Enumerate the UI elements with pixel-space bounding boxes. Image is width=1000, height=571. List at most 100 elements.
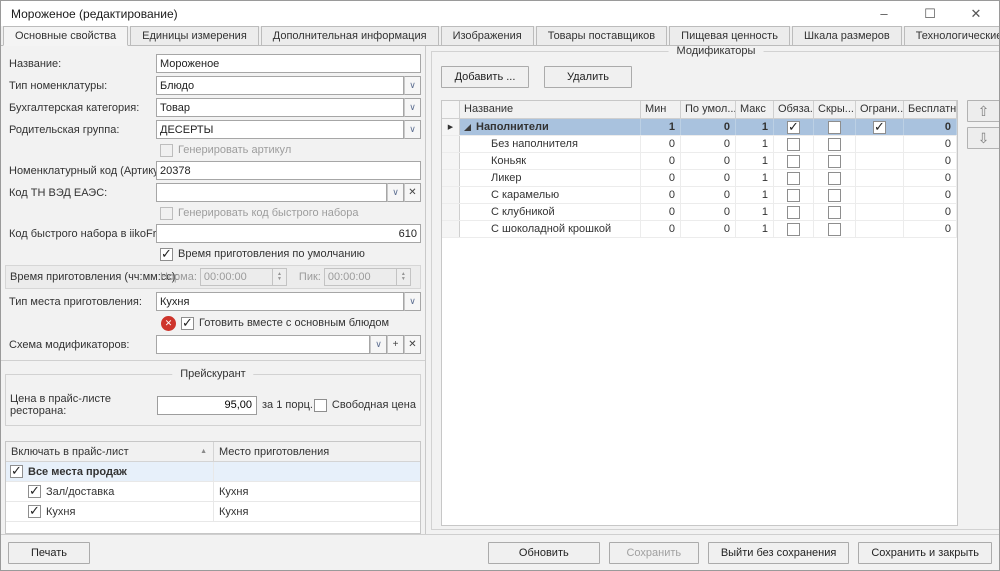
modifier-row[interactable]: Без наполнителя0010	[442, 136, 957, 153]
modifier-max-cell: 1	[736, 204, 774, 220]
include-checkbox[interactable]	[10, 465, 23, 478]
required-checkbox[interactable]	[787, 189, 800, 202]
modifier-def-cell: 0	[681, 136, 736, 152]
modifier-row[interactable]: Коньяк0010	[442, 153, 957, 170]
move-down-icon[interactable]: ⇩	[967, 127, 999, 149]
add-icon[interactable]: +	[387, 335, 404, 354]
chevron-down-icon[interactable]: ∨	[404, 76, 421, 95]
chevron-down-icon[interactable]: ∨	[387, 183, 404, 202]
modifier-min-value: 0	[669, 138, 675, 150]
hidden-checkbox[interactable]	[828, 155, 841, 168]
tab-6[interactable]: Шкала размеров	[792, 26, 902, 45]
modifier-group-row[interactable]: ▶Наполнители1010	[442, 119, 957, 136]
free-amount-cell: 0	[904, 119, 957, 135]
cook-with-main-checkbox[interactable]	[181, 317, 194, 330]
cooking-place-type-select[interactable]	[156, 292, 404, 311]
exit-without-saving-button[interactable]: Выйти без сохранения	[708, 542, 850, 564]
modifier-row[interactable]: С карамелью0010	[442, 187, 957, 204]
free-amount-cell: 0	[904, 204, 957, 220]
maximize-icon[interactable]: ☐	[907, 1, 953, 26]
required-checkbox[interactable]	[787, 172, 800, 185]
modifier-row[interactable]: С шоколадной крошкой0010	[442, 221, 957, 238]
chevron-down-icon[interactable]: ∨	[404, 292, 421, 311]
modifiers-table-area: НазваниеМинПо умол...МаксОбяза...Скры...…	[441, 100, 999, 526]
required-checkbox[interactable]	[787, 121, 800, 134]
nomenclature-type-select[interactable]	[156, 76, 404, 95]
close-icon[interactable]: ✕	[953, 1, 999, 26]
modifier-row[interactable]: Ликер0010	[442, 170, 957, 187]
spinner-icon[interactable]: ▲▼	[396, 268, 411, 286]
tab-3[interactable]: Изображения	[441, 26, 534, 45]
hidden-checkbox[interactable]	[828, 172, 841, 185]
clear-icon[interactable]: ✕	[404, 183, 421, 202]
price-list-row[interactable]: Все места продаж	[6, 462, 420, 482]
free-amount-cell: 0	[904, 136, 957, 152]
modifier-name: С клубникой	[460, 206, 555, 218]
delete-modifier-button[interactable]: Удалить	[544, 66, 632, 88]
modifiers-column-header[interactable]: Ограни...	[856, 101, 904, 118]
clear-icon[interactable]: ✕	[404, 335, 421, 354]
footer-bar: Печать Обновить Сохранить Выйти без сохр…	[1, 534, 999, 570]
chevron-down-icon[interactable]: ∨	[404, 98, 421, 117]
cooking-place-column-header[interactable]: Место приготовления	[214, 442, 420, 461]
save-and-close-button[interactable]: Сохранить и закрыть	[858, 542, 992, 564]
default-cook-time-checkbox[interactable]	[160, 248, 173, 261]
refresh-button[interactable]: Обновить	[488, 542, 600, 564]
tab-7[interactable]: Технологические карты	[904, 26, 1000, 45]
save-button[interactable]: Сохранить	[609, 542, 699, 564]
price-input[interactable]	[157, 396, 257, 415]
accounting-category-select[interactable]	[156, 98, 404, 117]
tab-2[interactable]: Дополнительная информация	[261, 26, 439, 45]
modifiers-column-header[interactable]: Бесплатн...	[904, 101, 957, 118]
name-input[interactable]	[156, 54, 421, 73]
modifier-name: Наполнители	[476, 121, 549, 133]
free-price-checkbox[interactable]	[314, 399, 327, 412]
modifier-min-value: 0	[669, 189, 675, 201]
tnved-select[interactable]	[156, 183, 387, 202]
modifiers-column-header[interactable]: По умол...	[681, 101, 736, 118]
include-checkbox[interactable]	[28, 505, 41, 518]
move-up-icon[interactable]: ⇧	[967, 100, 999, 122]
spinner-icon[interactable]: ▲▼	[272, 268, 287, 286]
required-checkbox[interactable]	[787, 223, 800, 236]
required-checkbox[interactable]	[787, 155, 800, 168]
modifiers-column-header[interactable]: Скры...	[814, 101, 856, 118]
tab-0[interactable]: Основные свойства	[3, 26, 128, 46]
include-checkbox[interactable]	[28, 485, 41, 498]
tab-label: Дополнительная информация	[273, 30, 427, 42]
required-checkbox[interactable]	[787, 206, 800, 219]
hidden-checkbox[interactable]	[828, 223, 841, 236]
restricted-checkbox[interactable]	[873, 121, 886, 134]
price-list-row[interactable]: Зал/доставкаКухня	[6, 482, 420, 502]
modifier-name-cell: С карамелью	[460, 187, 641, 203]
hidden-checkbox[interactable]	[828, 206, 841, 219]
sku-input[interactable]	[156, 161, 421, 180]
modifier-row[interactable]: С клубникой0010	[442, 204, 957, 221]
minimize-icon[interactable]: –	[861, 1, 907, 26]
hidden-checkbox[interactable]	[828, 138, 841, 151]
tab-1[interactable]: Единицы измерения	[130, 26, 259, 45]
parent-group-select[interactable]	[156, 120, 404, 139]
required-checkbox[interactable]	[787, 138, 800, 151]
tab-5[interactable]: Пищевая ценность	[669, 26, 790, 45]
quick-code-input[interactable]	[156, 224, 421, 243]
modifiers-column-header[interactable]: Обяза...	[774, 101, 814, 118]
hidden-checkbox[interactable]	[828, 189, 841, 202]
tab-4[interactable]: Товары поставщиков	[536, 26, 667, 45]
hidden-cell	[814, 119, 856, 135]
parent-group-label: Родительская группа:	[5, 124, 156, 136]
chevron-down-icon[interactable]: ∨	[404, 120, 421, 139]
modifier-scheme-select[interactable]	[156, 335, 370, 354]
hidden-checkbox[interactable]	[828, 121, 841, 134]
price-list-row[interactable]: КухняКухня	[6, 502, 420, 522]
add-modifier-button[interactable]: Добавить ...	[441, 66, 529, 88]
free-amount-cell: 0	[904, 187, 957, 203]
include-in-price-list-column-header[interactable]: Включать в прайс-лист ▲	[6, 442, 214, 461]
expand-icon[interactable]	[464, 124, 471, 131]
modifiers-column-header[interactable]: Мин	[641, 101, 681, 118]
print-button[interactable]: Печать	[8, 542, 90, 564]
chevron-down-icon[interactable]: ∨	[370, 335, 387, 354]
modifiers-column-header[interactable]: Название	[460, 101, 641, 118]
modifiers-column-header[interactable]: Макс	[736, 101, 774, 118]
tab-label: Основные свойства	[15, 30, 116, 42]
